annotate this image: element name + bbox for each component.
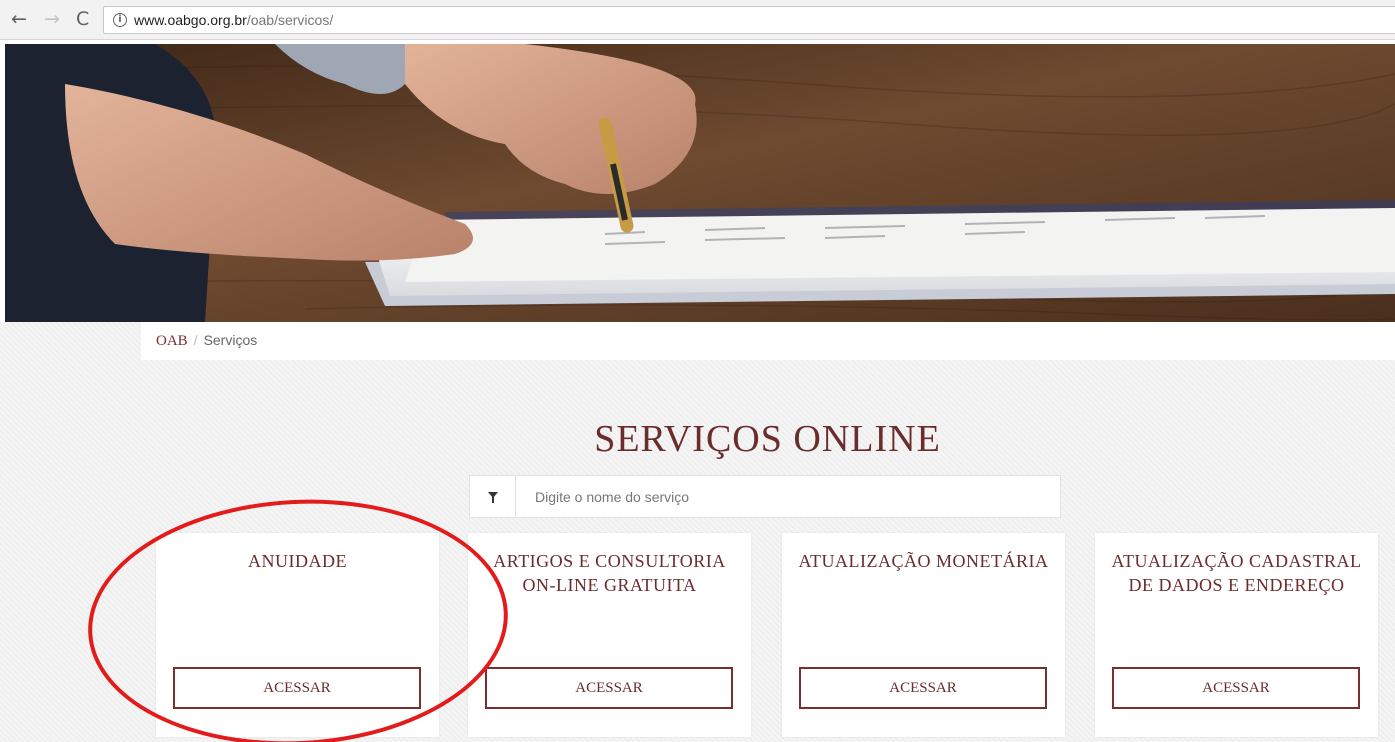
back-arrow-icon[interactable]: ← [11, 9, 27, 29]
acessar-button[interactable]: ACESSAR [173, 667, 421, 709]
main-content: OAB / Serviços SERVIÇOS ONLINE ANUIDADE AC… [0, 322, 1395, 742]
page-title: SERVIÇOS ONLINE [594, 418, 941, 460]
card-title: ATUALIZAÇÃO MONETÁRIA [798, 551, 1049, 571]
url-text[interactable]: www.oabgo.org.br/oab/servicos/ [134, 12, 333, 28]
url-path: /oab/servicos/ [246, 12, 334, 28]
service-card-atualizacao-cadastral: ATUALIZAÇÃO CADASTRAL DE DADOS E ENDEREÇ… [1095, 533, 1378, 737]
card-title: ARTIGOS E CONSULTORIA ON-LINE GRATUITA [493, 551, 726, 595]
hero-banner-image [5, 44, 1395, 322]
filter-button[interactable] [470, 476, 516, 517]
acessar-button[interactable]: ACESSAR [799, 667, 1047, 709]
acessar-button[interactable]: ACESSAR [1112, 667, 1360, 709]
breadcrumb: OAB / Serviços [141, 322, 1395, 360]
reload-icon[interactable]: C [76, 9, 89, 29]
service-search [469, 475, 1061, 518]
forward-arrow-icon[interactable]: → [44, 9, 60, 29]
breadcrumb-current: Serviços [203, 332, 258, 348]
service-card-artigos: ARTIGOS E CONSULTORIA ON-LINE GRATUITA A… [468, 533, 751, 737]
acessar-button[interactable]: ACESSAR [485, 667, 733, 709]
breadcrumb-separator: / [193, 332, 198, 348]
info-icon[interactable]: i [113, 13, 127, 27]
service-card-atualizacao-monetaria: ATUALIZAÇÃO MONETÁRIA ACESSAR [782, 533, 1065, 737]
address-bar[interactable]: i www.oabgo.org.br/oab/servicos/ [103, 6, 1395, 34]
filter-icon [488, 492, 498, 503]
card-title: ATUALIZAÇÃO CADASTRAL DE DADOS E ENDEREÇ… [1111, 551, 1362, 595]
hero-illustration [5, 44, 1395, 322]
card-title: ANUIDADE [248, 551, 347, 571]
url-domain: www.oabgo.org.br [134, 12, 247, 28]
breadcrumb-home-link[interactable]: OAB [156, 333, 188, 349]
browser-toolbar: ← → C i www.oabgo.org.br/oab/servicos/ [0, 0, 1395, 40]
service-card-anuidade: ANUIDADE ACESSAR [156, 533, 439, 737]
search-input[interactable] [517, 476, 1060, 517]
